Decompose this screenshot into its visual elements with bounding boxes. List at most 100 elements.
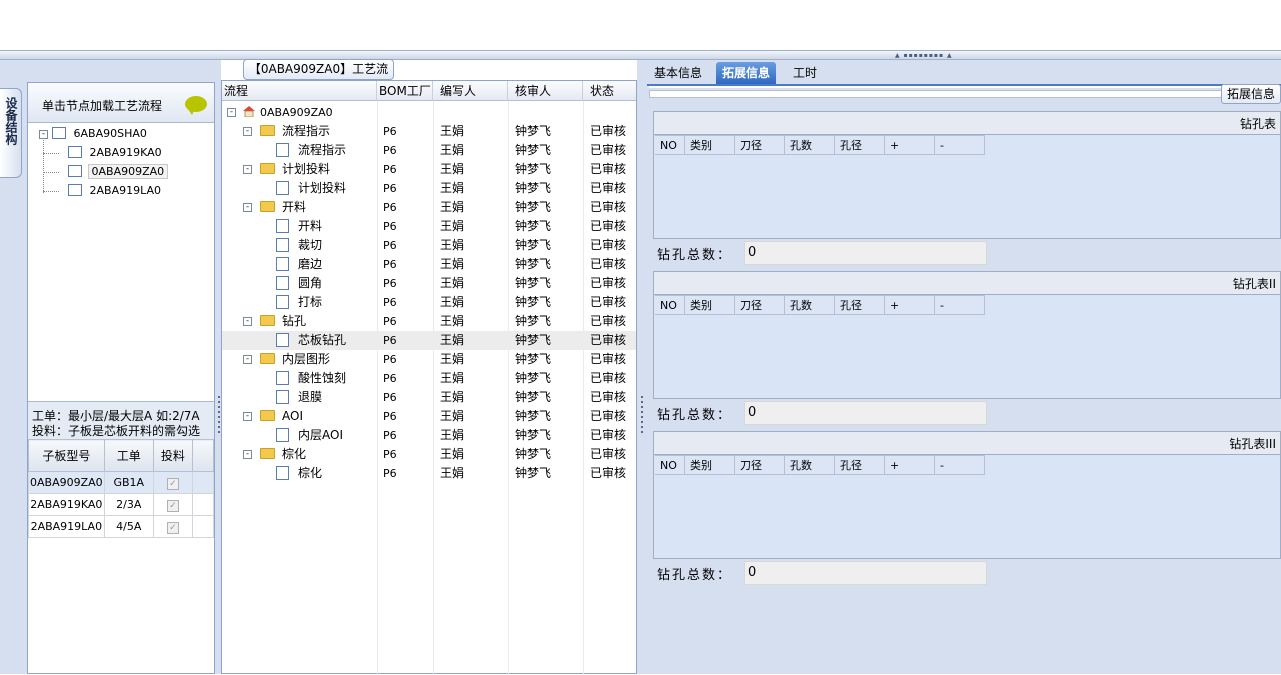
checkbox[interactable]: ✓ [166,499,179,512]
flow-row[interactable]: 芯板钻孔 P6 王娟 钟梦飞 已审核 [222,331,636,350]
cell-model[interactable]: 2ABA919KA0 [28,493,105,516]
drill-column-header[interactable]: - [935,455,985,475]
flow-row[interactable]: 内层AOI P6 王娟 钟梦飞 已审核 [222,426,636,445]
collapse-icon[interactable]: - [243,412,252,421]
cell-order[interactable]: 4/5A [103,515,154,538]
collapse-icon[interactable]: - [243,165,252,174]
collapse-icon[interactable]: - [227,108,236,117]
drill-column-header[interactable]: 孔径 [835,295,885,315]
flow-row[interactable]: 流程指示 P6 王娟 钟梦飞 已审核 [222,141,636,160]
flow-row[interactable]: 打标 P6 王娟 钟梦飞 已审核 [222,293,636,312]
flow-row[interactable]: - 流程指示 P6 王娟 钟梦飞 已审核 [222,122,636,141]
table-row[interactable]: 2ABA919LA0 4/5A ✓ [28,515,215,538]
drill-column-header[interactable]: NO [655,455,685,475]
drill-column-header[interactable]: 孔径 [835,135,885,155]
flow-step-name: 钻孔 [282,314,307,328]
drill-column-header[interactable]: 孔数 [785,455,835,475]
column-header[interactable]: 子板型号 [28,439,105,472]
column-header[interactable]: 编写人 [433,81,508,101]
tree-line [43,153,59,154]
column-header[interactable]: 核审人 [508,81,583,101]
flow-root-row[interactable]: - 0ABA909ZA0 [222,103,636,122]
collapse-icon[interactable]: - [39,130,48,139]
flow-row[interactable]: 棕化 P6 王娟 钟梦飞 已审核 [222,464,636,483]
collapse-icon[interactable]: - [243,317,252,326]
column-header[interactable]: 流程 [222,81,377,101]
flow-row[interactable]: - 开料 P6 王娟 钟梦飞 已审核 [222,198,636,217]
writer: 王娟 [440,333,465,347]
cell-order[interactable]: 2/3A [103,493,154,516]
drill-column-header[interactable]: 刀径 [735,135,785,155]
flow-step-name: 棕化 [298,466,323,480]
device-structure-tab[interactable]: 设备结构 [0,88,22,178]
column-header[interactable]: 投料 [152,439,193,472]
flow-row[interactable]: - 内层图形 P6 王娟 钟梦飞 已审核 [222,350,636,369]
drill-column-header[interactable]: 孔数 [785,295,835,315]
tree-node-selected[interactable]: 0ABA909ZA0 [68,163,169,181]
drill-column-header[interactable]: 刀径 [735,295,785,315]
flow-row[interactable]: - 计划投料 P6 王娟 钟梦飞 已审核 [222,160,636,179]
flow-row[interactable]: - 钻孔 P6 王娟 钟梦飞 已审核 [222,312,636,331]
cell-order[interactable]: GB1A [103,471,154,494]
tree-node-root[interactable]: 6ABA90SHA0 [52,125,147,143]
tab-basic-info[interactable]: 基本信息 [648,62,708,84]
flow-row[interactable]: 圆角 P6 王娟 钟梦飞 已审核 [222,274,636,293]
drill-column-header[interactable]: - [935,135,985,155]
drill-column-header[interactable]: + [885,455,935,475]
top-blank-area [0,0,1281,50]
drill-column-header[interactable]: 刀径 [735,455,785,475]
drill-column-header[interactable]: NO [655,135,685,155]
drill-column-header[interactable]: NO [655,295,685,315]
drill-total-row: 钻孔总数： 0 [653,399,1281,427]
checkbox[interactable]: ✓ [166,477,179,490]
cell-feed[interactable]: ✓ [152,493,193,516]
flow-row[interactable]: - 棕化 P6 王娟 钟梦飞 已审核 [222,445,636,464]
splitter-grip-icon[interactable]: ▲ ▪▪▪▪▪▪▪▪ ▲ [895,53,960,59]
flow-row[interactable]: 磨边 P6 王娟 钟梦飞 已审核 [222,255,636,274]
cell-feed[interactable]: ✓ [152,471,193,494]
splitter-bar[interactable] [0,50,1281,60]
column-header[interactable]: 工单 [103,439,154,472]
flow-row[interactable]: 裁切 P6 王娟 钟梦飞 已审核 [222,236,636,255]
extended-info-button[interactable]: 拓展信息 [1221,84,1281,104]
drill-column-header[interactable]: + [885,295,935,315]
column-header[interactable]: BOM工厂 [377,81,433,101]
drill-total-field[interactable]: 0 [744,561,987,585]
flow-step-name: 棕化 [282,447,307,461]
checkbox[interactable]: ✓ [166,521,179,534]
process-flow-panel: 流程 BOM工厂 编写人 核审人 状态 -0ABA909ZA0- 流程指示 P6 王娟… [221,80,637,675]
drill-column-header[interactable]: + [885,135,935,155]
collapse-icon[interactable]: - [243,203,252,212]
middle-splitter[interactable] [639,60,645,674]
column-header[interactable]: 状态 [583,81,636,101]
drill-column-header[interactable]: - [935,295,985,315]
table-row[interactable]: 2ABA919KA0 2/3A ✓ [28,493,215,516]
drill-column-header[interactable]: 类别 [685,455,735,475]
drill-total-field[interactable]: 0 [744,401,987,425]
tab-work-hours[interactable]: 工时 [787,62,823,84]
collapse-icon[interactable]: - [243,127,252,136]
flow-row[interactable]: 酸性蚀刻 P6 王娟 钟梦飞 已审核 [222,369,636,388]
writer: 王娟 [440,409,465,423]
tree-node[interactable]: 2ABA919KA0 [68,144,162,162]
writer: 王娟 [440,200,465,214]
drill-total-field[interactable]: 0 [744,241,987,265]
tree-node[interactable]: 2ABA919LA0 [68,182,161,200]
cell-model[interactable]: 2ABA919LA0 [28,515,105,538]
table-row[interactable]: 0ABA909ZA0 GB1A ✓ [28,471,215,494]
cell-model[interactable]: 0ABA909ZA0 [28,471,105,494]
drill-column-header[interactable]: 孔数 [785,135,835,155]
tab-extended-info[interactable]: 拓展信息 [716,62,777,84]
drill-column-header[interactable]: 类别 [685,135,735,155]
drill-column-header[interactable]: 类别 [685,295,735,315]
flow-row[interactable]: - AOI P6 王娟 钟梦飞 已审核 [222,407,636,426]
drill-column-header[interactable]: 孔径 [835,455,885,475]
flow-row[interactable]: 开料 P6 王娟 钟梦飞 已审核 [222,217,636,236]
status: 已审核 [590,276,627,290]
collapse-icon[interactable]: - [243,450,252,459]
flow-row[interactable]: 计划投料 P6 王娟 钟梦飞 已审核 [222,179,636,198]
cell-feed[interactable]: ✓ [152,515,193,538]
bom-factory: P6 [383,372,397,385]
collapse-icon[interactable]: - [243,355,252,364]
flow-row[interactable]: 退膜 P6 王娟 钟梦飞 已审核 [222,388,636,407]
